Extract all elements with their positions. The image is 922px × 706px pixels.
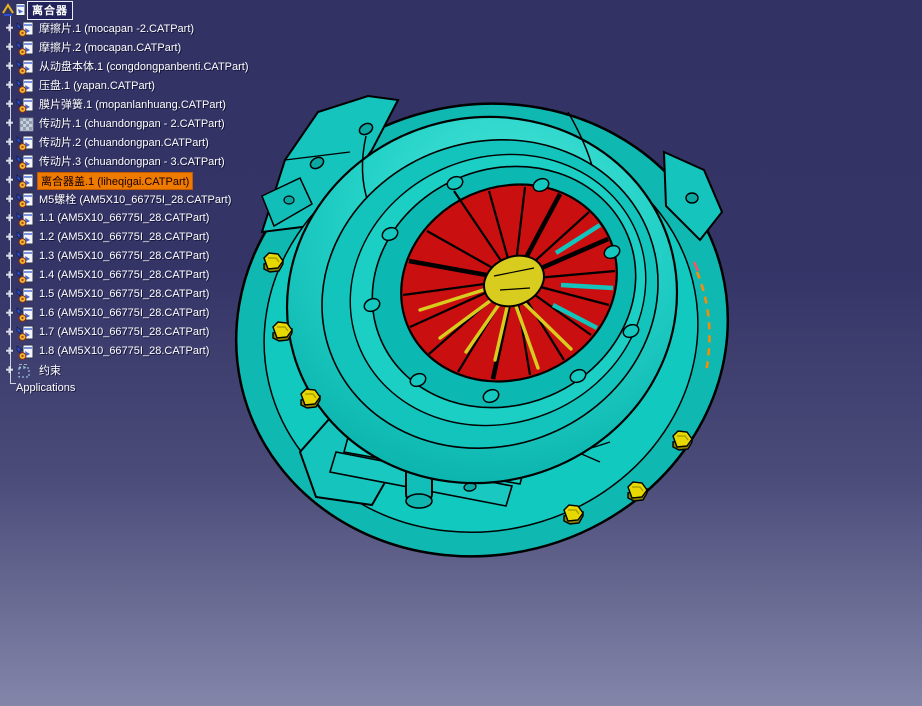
applications-label[interactable]: Applications [16,382,75,394]
tree-node-label[interactable]: 摩擦片.1 (mocapan -2.CATPart) [37,20,197,37]
tree-root-node[interactable]: 离合器 [2,1,252,20]
part-icon [16,344,37,360]
part-icon [16,230,37,246]
tree-node-label[interactable]: 压盘.1 (yapan.CATPart) [37,77,158,94]
tree-trunk-corner [10,383,16,384]
tree-node-label[interactable]: 1.5 (AM5X10_66775I_28.CATPart) [37,288,212,301]
tree-node-label[interactable]: 摩擦片.2 (mocapan.CATPart) [37,39,184,56]
tree-node-2[interactable]: ✚摩擦片.2 (mocapan.CATPart) [2,38,252,57]
tree-node-label[interactable]: 1.2 (AM5X10_66775I_28.CATPart) [37,231,212,244]
tree-node-label[interactable]: 约束 [37,362,64,379]
root-node-label[interactable]: 离合器 [27,1,73,20]
part-icon [16,40,37,56]
part-icon [16,287,37,303]
tree-node-label[interactable]: 从动盘本体.1 (congdongpanbenti.CATPart) [37,58,252,75]
tree-node-7[interactable]: ✚传动片.2 (chuandongpan.CATPart) [2,133,252,152]
product-document-icon [15,2,26,19]
part-icon [16,173,37,189]
tree-node-18[interactable]: ✚1.8 (AM5X10_66775I_28.CATPart) [2,342,252,361]
assembly-axes-icon [2,2,14,19]
part-icon [16,59,37,75]
part-icon [16,135,37,151]
part-icon [16,78,37,94]
tree-node-15[interactable]: ✚1.5 (AM5X10_66775I_28.CATPart) [2,285,252,304]
part-icon [16,325,37,341]
specification-tree[interactable]: 离合器 ✚摩擦片.1 (mocapan -2.CATPart)✚摩擦片.2 (m… [2,1,252,396]
tree-node-13[interactable]: ✚1.3 (AM5X10_66775I_28.CATPart) [2,247,252,266]
tree-node-5[interactable]: ✚膜片弹簧.1 (mopanlanhuang.CATPart) [2,95,252,114]
part-icon [16,97,37,113]
tree-node-label[interactable]: M5螺栓 (AM5X10_66775I_28.CATPart) [37,191,234,208]
part-icon [16,249,37,265]
tree-trunk-line [10,16,11,383]
tree-node-label[interactable]: 1.8 (AM5X10_66775I_28.CATPart) [37,345,212,358]
tree-node-label[interactable]: 传动片.2 (chuandongpan.CATPart) [37,134,212,151]
tree-node-6[interactable]: ✚传动片.1 (chuandongpan - 2.CATPart) [2,114,252,133]
part-hidden-icon [16,116,37,132]
part-icon [16,268,37,284]
part-icon [16,192,37,208]
part-icon [16,211,37,227]
tree-node-label[interactable]: 1.6 (AM5X10_66775I_28.CATPart) [37,307,212,320]
tree-node-label[interactable]: 1.3 (AM5X10_66775I_28.CATPart) [37,250,212,263]
part-icon [16,154,37,170]
tree-node-14[interactable]: ✚1.4 (AM5X10_66775I_28.CATPart) [2,266,252,285]
part-icon [16,21,37,37]
tree-node-19[interactable]: ✚约束 [2,361,252,380]
tree-node-label[interactable]: 离合器盖.1 (liheqigai.CATPart) [37,171,194,190]
tree-node-label[interactable]: 1.4 (AM5X10_66775I_28.CATPart) [37,269,212,282]
tree-node-label[interactable]: 传动片.3 (chuandongpan - 3.CATPart) [37,153,228,170]
tree-node-label[interactable]: 膜片弹簧.1 (mopanlanhuang.CATPart) [37,96,229,113]
tree-node-label[interactable]: 1.1 (AM5X10_66775I_28.CATPart) [37,212,212,225]
tree-node-applications[interactable]: Applications [2,380,252,396]
tree-node-16[interactable]: ✚1.6 (AM5X10_66775I_28.CATPart) [2,304,252,323]
tree-node-3[interactable]: ✚从动盘本体.1 (congdongpanbenti.CATPart) [2,57,252,76]
tree-node-11[interactable]: ✚1.1 (AM5X10_66775I_28.CATPart) [2,209,252,228]
tree-node-10[interactable]: ✚M5螺栓 (AM5X10_66775I_28.CATPart) [2,190,252,209]
tree-node-12[interactable]: ✚1.2 (AM5X10_66775I_28.CATPart) [2,228,252,247]
tree-node-9[interactable]: ✚离合器盖.1 (liheqigai.CATPart) [2,171,252,190]
tree-node-label[interactable]: 1.7 (AM5X10_66775I_28.CATPart) [37,326,212,339]
tree-items: ✚摩擦片.1 (mocapan -2.CATPart)✚摩擦片.2 (mocap… [2,19,252,380]
tree-node-1[interactable]: ✚摩擦片.1 (mocapan -2.CATPart) [2,19,252,38]
part-icon [16,306,37,322]
tree-node-4[interactable]: ✚压盘.1 (yapan.CATPart) [2,76,252,95]
tree-node-17[interactable]: ✚1.7 (AM5X10_66775I_28.CATPart) [2,323,252,342]
tree-node-label[interactable]: 传动片.1 (chuandongpan - 2.CATPart) [37,115,228,132]
constraints-icon [16,363,37,379]
tree-node-8[interactable]: ✚传动片.3 (chuandongpan - 3.CATPart) [2,152,252,171]
